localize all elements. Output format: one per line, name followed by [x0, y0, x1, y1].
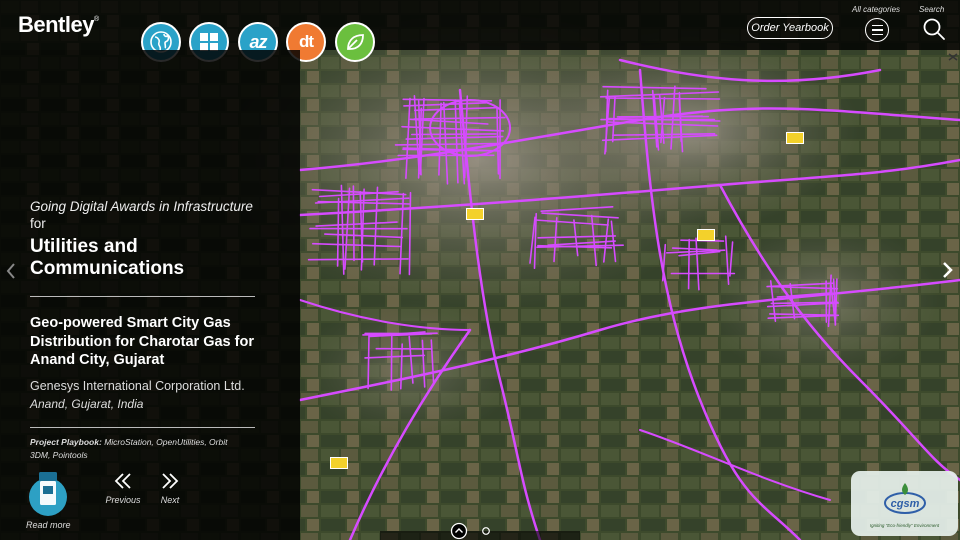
company-name: Genesys International Corporation Ltd.	[30, 379, 245, 393]
previous-label: Previous	[105, 495, 141, 505]
book-icon	[39, 472, 57, 505]
gas-station-marker[interactable]	[786, 132, 804, 144]
sponsor-logo-card: cgsm Igniting "Eco-friendly" Environment	[851, 471, 958, 536]
gas-pipeline	[307, 258, 409, 261]
slide-prev-arrow-icon[interactable]	[5, 262, 17, 280]
award-intro: Going Digital Awards in Infrastructure f…	[30, 198, 270, 232]
gas-pipeline	[367, 334, 370, 390]
project-location: Anand, Gujarat, India	[30, 397, 144, 411]
close-icon[interactable]	[947, 52, 959, 62]
award-program: Going Digital Awards in Infrastructure	[30, 199, 253, 214]
hamburger-icon	[871, 24, 883, 27]
sponsor-tagline: Igniting "Eco-friendly" Environment	[869, 523, 940, 528]
divider	[30, 427, 255, 428]
project-title: Geo-powered Smart City Gas Distribution …	[30, 315, 254, 368]
gas-pipeline	[336, 197, 340, 267]
slide-pagination[interactable]	[450, 522, 495, 540]
project-playbook: Project Playbook: MicroStation, OpenUtil…	[30, 436, 230, 461]
search-label: Search	[919, 5, 945, 14]
next-button[interactable]: Next	[145, 472, 195, 505]
dt-icon: dt	[298, 32, 314, 51]
read-more-label: Read more	[26, 520, 71, 530]
playbook-label: Project Playbook:	[30, 437, 102, 447]
cgsm-logo-text: cgsm	[891, 498, 920, 510]
double-chevron-right-icon	[162, 473, 179, 489]
all-categories-label: All categories	[852, 5, 901, 14]
pagination-dot[interactable]	[482, 527, 490, 535]
gas-pipeline	[411, 133, 497, 136]
leaf-button[interactable]	[335, 22, 375, 62]
slide-next-arrow-icon[interactable]	[940, 261, 954, 279]
gas-pipeline	[687, 238, 690, 290]
grid-icon	[200, 33, 218, 51]
order-yearbook-button[interactable]: Order Yearbook	[747, 17, 833, 39]
award-for: for	[30, 216, 46, 231]
double-chevron-left-icon	[114, 473, 131, 489]
logo-mark: ®	[93, 16, 99, 23]
scroll-up-dot[interactable]	[450, 522, 468, 540]
cgsm-logo: cgsm	[884, 483, 926, 514]
gas-station-marker[interactable]	[466, 208, 484, 220]
award-category: Utilities and Communications	[30, 236, 185, 279]
gas-station-marker[interactable]	[330, 457, 348, 469]
logo-text: Bentley	[18, 12, 94, 37]
divider	[30, 296, 255, 297]
bentley-logo[interactable]: Bentley®	[18, 12, 99, 38]
gas-pipeline	[352, 185, 355, 262]
gas-pipeline	[390, 333, 393, 391]
gas-pipeline	[408, 191, 412, 276]
gas-pipeline	[605, 97, 721, 100]
leaf-icon	[347, 34, 364, 50]
previous-button[interactable]: Previous	[98, 472, 148, 505]
project-info-panel: Going Digital Awards in Infrastructure f…	[0, 50, 300, 540]
search-icon[interactable]	[922, 17, 946, 41]
next-label: Next	[160, 495, 180, 505]
all-categories-button[interactable]	[865, 18, 889, 42]
gas-station-marker[interactable]	[697, 229, 715, 241]
top-bar: Bentley® az dt Order Yearbook All catego…	[0, 0, 960, 62]
